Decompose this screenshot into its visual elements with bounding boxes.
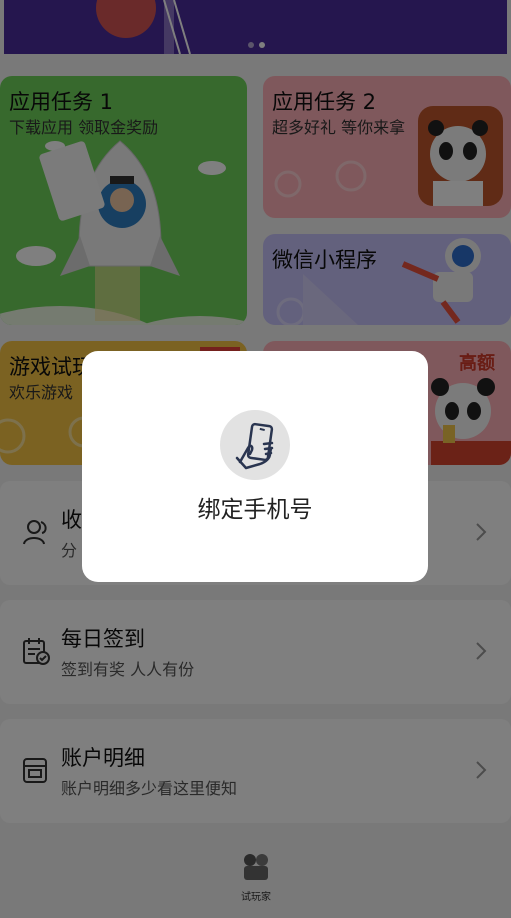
dialog-icon-circle	[220, 410, 290, 480]
phone-in-hand-icon	[235, 422, 274, 470]
dialog-message: 绑定手机号	[197, 497, 313, 523]
bind-phone-dialog[interactable]: 绑定手机号	[82, 351, 428, 582]
